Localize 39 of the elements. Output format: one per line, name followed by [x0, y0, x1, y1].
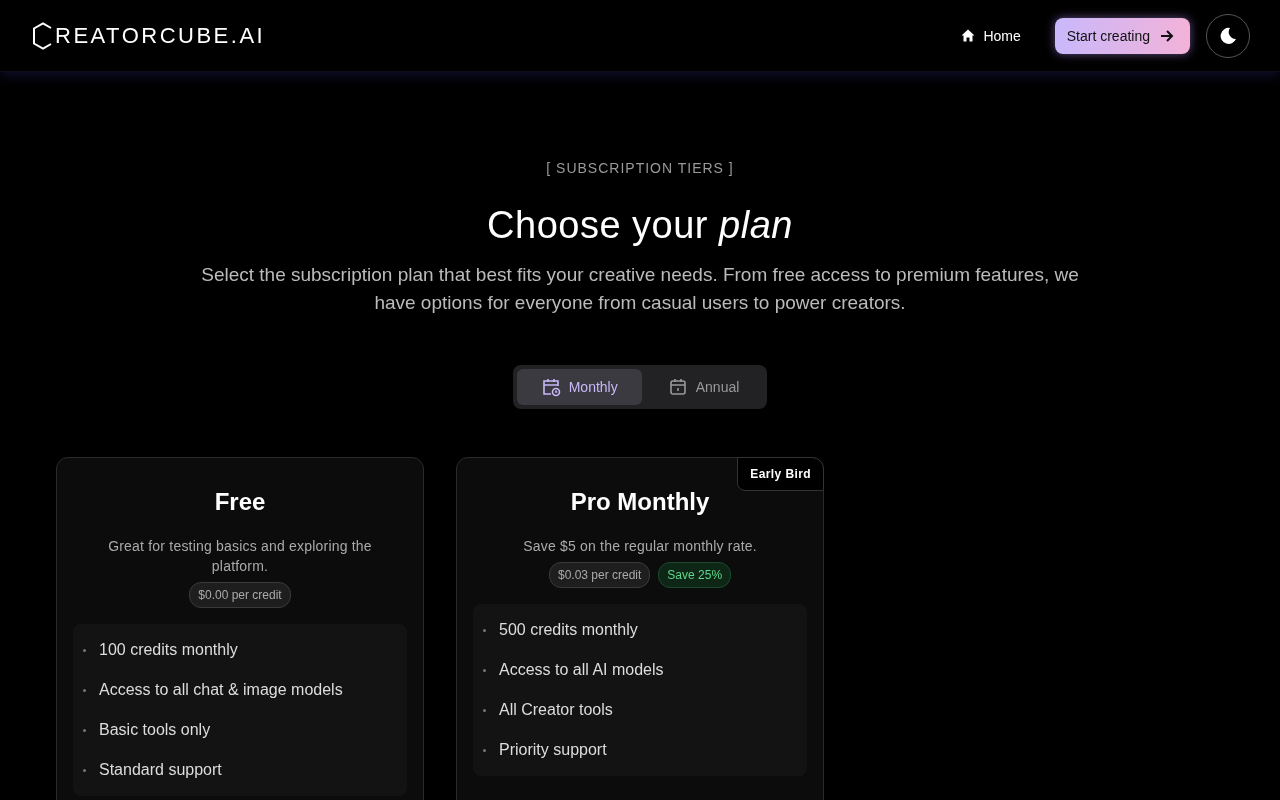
- feature-text: Basic tools only: [99, 721, 211, 739]
- bullet-icon: [483, 748, 486, 752]
- price-pill: $0.03 per credit: [548, 562, 651, 588]
- bullet-icon: [483, 628, 486, 632]
- feature-text: Access to all AI models: [499, 661, 664, 679]
- calendar-icon: [667, 377, 688, 397]
- feature-text: Standard support: [99, 761, 222, 779]
- arrow-right-icon: [1160, 29, 1174, 42]
- savings-pill: Save 25%: [658, 562, 732, 588]
- calendar-clock-icon: [540, 377, 561, 397]
- bullet-icon: [483, 668, 486, 672]
- section-eyebrow: [ SUBSCRIPTION TIERS ]: [546, 160, 734, 176]
- start-creating-button[interactable]: Start creating: [1054, 17, 1190, 54]
- billing-tab[interactable]: Annual: [643, 369, 764, 405]
- logo-text: REATORCUBE.AI: [55, 22, 266, 49]
- billing-tab[interactable]: Monthly: [516, 369, 642, 405]
- plan-description: Save $5 on the regular monthly rate.: [523, 537, 757, 556]
- plan-description: Great for testing basics and exploring the platform.: [107, 537, 373, 576]
- bullet-icon: [83, 768, 86, 772]
- feature-text: Access to all chat & image models: [99, 681, 343, 699]
- plan-badge: Early Bird: [737, 457, 824, 491]
- feature-text: 100 credits monthly: [99, 641, 238, 659]
- price-pill: $0.00 per credit: [189, 582, 291, 608]
- plan-name: Free: [214, 488, 266, 516]
- page-title: Choose your plan: [487, 204, 793, 247]
- home-icon: [961, 29, 976, 42]
- bullet-icon: [83, 728, 86, 732]
- feature-text: Priority support: [499, 741, 607, 759]
- moon-icon: [1219, 26, 1237, 45]
- bullet-icon: [483, 708, 486, 712]
- bullet-icon: [83, 648, 86, 652]
- feature-text: All Creator tools: [499, 701, 613, 719]
- home-link[interactable]: Home: [943, 21, 1039, 50]
- hexagon-logo-icon: [32, 21, 54, 50]
- theme-toggle-button[interactable]: [1206, 13, 1250, 58]
- page-subtitle: Select the subscription plan that best fits your creative needs. From free access to premium features, we have options for everyone from casual users to power creators.: [200, 263, 1080, 315]
- feature-text: 500 credits monthly: [499, 621, 638, 639]
- plan-name: Pro Monthly: [570, 488, 710, 516]
- bullet-icon: [83, 688, 86, 692]
